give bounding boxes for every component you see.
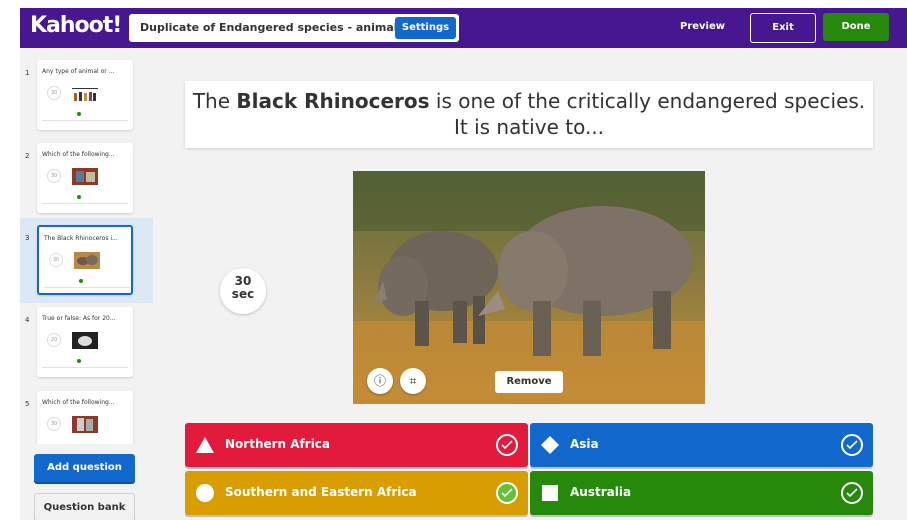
- slide-thumbnail: [72, 168, 98, 185]
- slide-item-3[interactable]: 3 The Black Rhinoceros i... 30: [20, 218, 153, 303]
- correct-toggle-icon[interactable]: [496, 482, 518, 504]
- answer-1[interactable]: Northern Africa: [185, 423, 528, 467]
- slide-title: Which of the following...: [42, 399, 115, 406]
- slide-number: 3: [25, 234, 30, 242]
- slide-answers-preview: [42, 367, 128, 373]
- slide-sidebar: 1 Any type of animal or ... 30 2 Which o…: [20, 48, 153, 520]
- slide-status-dot: [77, 359, 81, 363]
- remove-image-button[interactable]: Remove: [495, 371, 563, 393]
- slide-card[interactable]: Which of the following... 30: [37, 391, 133, 444]
- slide-item-2[interactable]: 2 Which of the following... 30: [20, 136, 153, 221]
- slide-timer: 30: [47, 417, 61, 431]
- correct-toggle-icon[interactable]: [841, 434, 863, 456]
- slide-thumbnail: [74, 252, 100, 269]
- kahoot-logo[interactable]: Kahoot!: [30, 13, 122, 38]
- slide-status-dot: [77, 195, 81, 199]
- slide-title: Any type of animal or ...: [42, 68, 115, 75]
- slide-card[interactable]: Which of the following... 30: [37, 143, 133, 213]
- slide-card[interactable]: Any type of animal or ... 30: [37, 60, 133, 130]
- slide-status-dot: [79, 279, 83, 283]
- triangle-icon: [196, 437, 214, 453]
- question-text-after: is one of the critically endangered spec…: [429, 89, 866, 139]
- question-text-before: The: [192, 89, 237, 113]
- answer-4[interactable]: Australia: [530, 471, 873, 515]
- question-field[interactable]: The Black Rhinoceros is one of the criti…: [185, 81, 873, 148]
- slide-card[interactable]: The Black Rhinoceros i... 30: [37, 225, 133, 295]
- answer-text: Asia: [570, 437, 599, 451]
- preview-button[interactable]: Preview: [680, 21, 725, 32]
- kahoot-title-field[interactable]: Duplicate of Endangered species - animal…: [129, 14, 459, 42]
- slide-answers-preview: [44, 287, 130, 293]
- slide-thumbnail: [72, 416, 98, 433]
- slide-item-1[interactable]: 1 Any type of animal or ... 30: [20, 53, 153, 138]
- done-button[interactable]: Done: [823, 13, 889, 41]
- slide-title: The Black Rhinoceros i...: [44, 235, 118, 242]
- answer-text: Southern and Eastern Africa: [225, 485, 417, 499]
- slide-title: True or false: As for 20...: [42, 315, 116, 322]
- question-bank-button[interactable]: Question bank: [34, 493, 135, 520]
- slide-timer: 20: [47, 333, 61, 347]
- slide-number: 2: [25, 152, 30, 160]
- slide-timer: 30: [47, 86, 61, 100]
- crop-icon[interactable]: ⌗: [400, 368, 426, 394]
- slide-answers-preview: [42, 203, 128, 209]
- slide-answers-preview: [42, 120, 128, 126]
- slide-thumbnail: [72, 88, 98, 101]
- circle-icon: [196, 484, 214, 502]
- slide-timer: 30: [49, 253, 63, 267]
- exit-button[interactable]: Exit: [750, 13, 816, 43]
- kahoot-editor: Kahoot! Duplicate of Endangered species …: [20, 8, 907, 520]
- diamond-icon: [541, 436, 559, 454]
- time-limit-selector[interactable]: 30 sec: [220, 268, 266, 314]
- correct-toggle-icon[interactable]: [496, 434, 518, 456]
- slide-item-4[interactable]: 4 True or false: As for 20... 20: [20, 300, 153, 385]
- slide-number: 1: [25, 69, 30, 77]
- question-text-bold: Black Rhinoceros: [236, 89, 430, 113]
- correct-toggle-icon[interactable]: [841, 482, 863, 504]
- slide-number: 5: [25, 400, 30, 408]
- answer-2[interactable]: Asia: [530, 423, 873, 467]
- square-icon: [542, 485, 558, 501]
- kahoot-title: Duplicate of Endangered species - animal…: [140, 21, 405, 34]
- slide-item-5[interactable]: 5 Which of the following... 30: [20, 384, 153, 444]
- settings-button[interactable]: Settings: [395, 17, 456, 39]
- slide-number: 4: [25, 316, 30, 324]
- answer-3[interactable]: Southern and Eastern Africa: [185, 471, 528, 515]
- top-bar: Kahoot! Duplicate of Endangered species …: [20, 8, 907, 48]
- slide-title: Which of the following...: [42, 151, 115, 158]
- add-question-button[interactable]: Add question: [34, 454, 135, 482]
- timer-unit: sec: [231, 287, 255, 301]
- answer-text: Australia: [570, 485, 632, 499]
- slide-status-dot: [77, 112, 81, 116]
- slide-card[interactable]: True or false: As for 20... 20: [37, 307, 133, 377]
- slide-thumbnail: [72, 332, 98, 349]
- slide-timer: 30: [47, 169, 61, 183]
- answer-text: Northern Africa: [225, 437, 331, 451]
- image-info-icon[interactable]: ⓘ: [367, 368, 393, 394]
